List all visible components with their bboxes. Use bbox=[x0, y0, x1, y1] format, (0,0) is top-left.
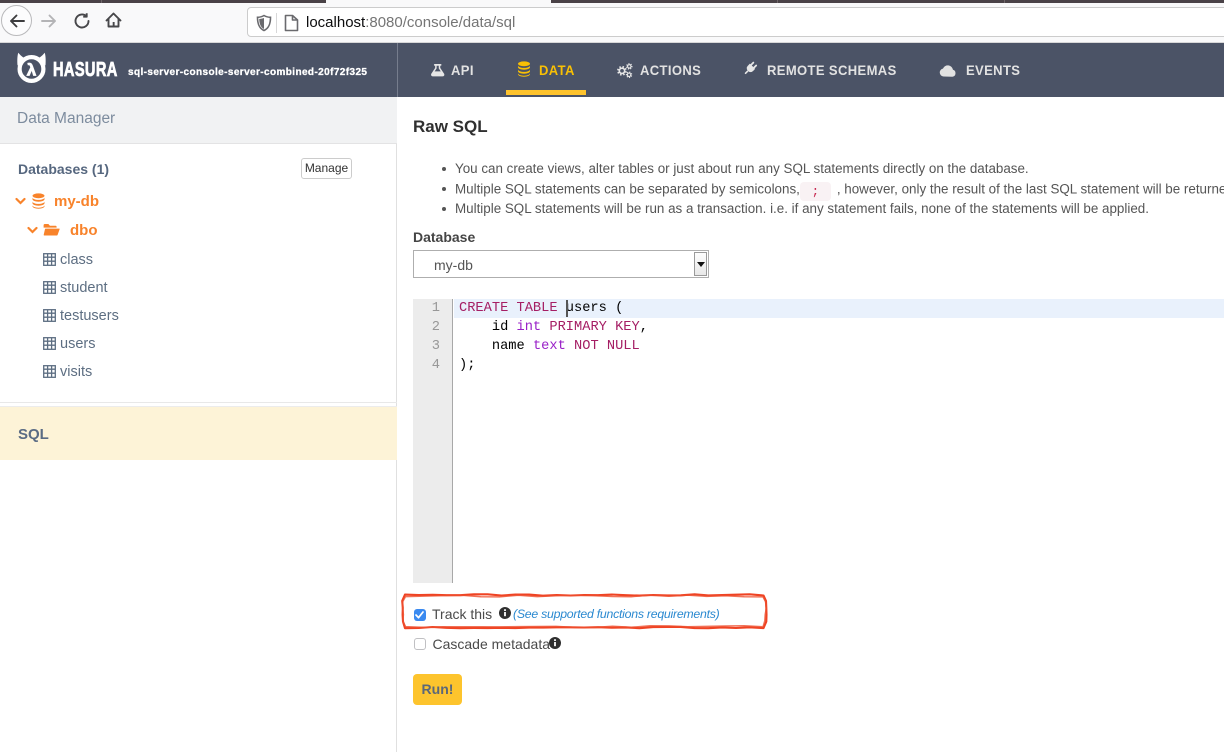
svg-text:λ: λ bbox=[27, 61, 37, 80]
